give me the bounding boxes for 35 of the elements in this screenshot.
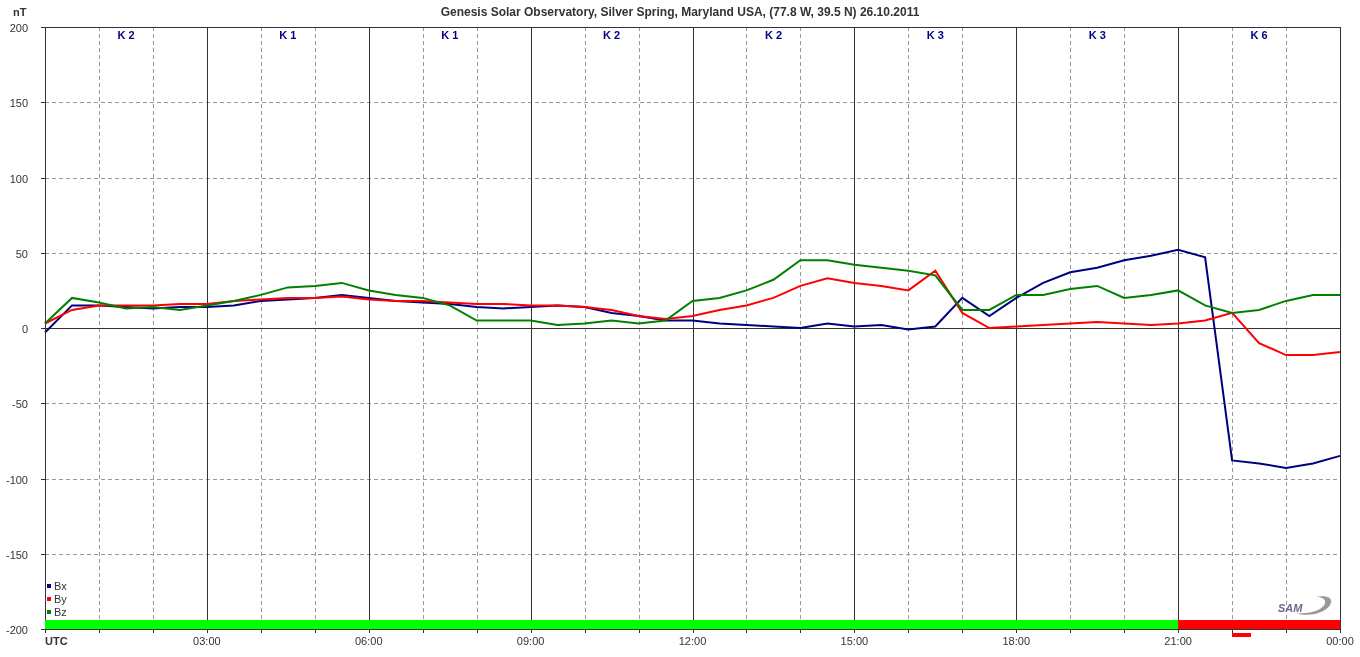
x-tick-label: 18:00 — [1002, 635, 1030, 647]
k-index-label: K 1 — [279, 29, 297, 42]
k-index-label: K 6 — [1250, 29, 1268, 42]
x-tick-label: 12:00 — [678, 635, 707, 647]
y-tick-label: 50 — [15, 247, 28, 260]
y-tick-label: 150 — [9, 96, 28, 109]
k-index-label: K 1 — [441, 29, 459, 42]
legend-swatch-icon — [47, 597, 51, 601]
logo: SAM — [1278, 596, 1332, 615]
legend-label: Bx — [54, 580, 67, 592]
y-tick-label: -150 — [5, 548, 28, 561]
legend-label: By — [54, 593, 67, 605]
k-index-label: K 2 — [764, 29, 782, 42]
k-index-label: K 2 — [603, 29, 621, 42]
chart-title: Genesis Solar Observatory, Silver Spring, Maryland USA, (77.8 W, 39.5 N) 26.10.2011 — [440, 5, 920, 19]
legend-swatch-icon — [47, 584, 51, 588]
legend-label: Bz — [54, 606, 67, 618]
legend-swatch-icon — [47, 610, 51, 614]
y-axis-label: nT — [13, 6, 27, 18]
x-tick-label: 06:00 — [355, 635, 383, 647]
x-tick-label: 21:00 — [1164, 635, 1192, 647]
k-index-label: K 2 — [117, 29, 135, 42]
k-index-label: K 3 — [1088, 29, 1106, 42]
y-tick-label: -100 — [5, 473, 28, 486]
y-tick-label: 0 — [21, 322, 28, 335]
y-tick-label: 100 — [9, 172, 28, 185]
k-index-label: K 3 — [926, 29, 944, 42]
x-tick-label: 03:00 — [193, 635, 221, 647]
y-tick-label: -200 — [5, 623, 28, 636]
y-tick-label: 200 — [9, 21, 28, 34]
y-tick-label: -50 — [12, 397, 28, 410]
x-axis-label: UTC — [45, 635, 68, 647]
x-tick-label: 15:00 — [840, 635, 869, 647]
x-tick-label: 09:00 — [516, 635, 545, 647]
x-tick-label: 00:00 — [1326, 635, 1354, 647]
